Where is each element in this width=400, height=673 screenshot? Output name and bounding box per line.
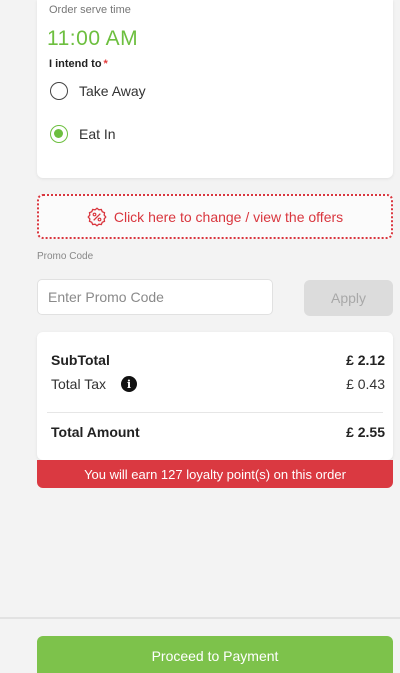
offers-banner[interactable]: Click here to change / view the offers bbox=[37, 194, 393, 239]
percent-badge-icon bbox=[87, 206, 107, 227]
totals-card: SubTotal £ 2.12 Total Tax i £ 0.43 Total… bbox=[37, 332, 393, 460]
serve-time-value[interactable]: 11:00 AM bbox=[47, 26, 138, 52]
promo-code-label: Promo Code bbox=[37, 251, 94, 262]
info-icon[interactable]: i bbox=[121, 376, 137, 392]
option-label: Eat In bbox=[79, 126, 116, 142]
apply-button[interactable]: Apply bbox=[304, 280, 393, 316]
subtotal-row: SubTotal £ 2.12 bbox=[51, 352, 385, 368]
promo-code-input[interactable] bbox=[37, 279, 273, 315]
tax-label: Total Tax bbox=[51, 376, 106, 392]
serve-time-label: Order serve time bbox=[49, 4, 131, 16]
tax-row: Total Tax i £ 0.43 bbox=[51, 376, 385, 392]
radio-checked-icon[interactable] bbox=[50, 125, 68, 143]
option-label: Take Away bbox=[79, 83, 146, 99]
option-take-away[interactable]: Take Away bbox=[50, 80, 146, 102]
total-row: Total Amount £ 2.55 bbox=[51, 424, 385, 440]
tax-value: £ 0.43 bbox=[346, 376, 385, 392]
subtotal-value: £ 2.12 bbox=[346, 352, 385, 368]
subtotal-label: SubTotal bbox=[51, 352, 110, 368]
required-mark: * bbox=[103, 58, 108, 70]
total-value: £ 2.55 bbox=[346, 424, 385, 440]
order-details-card: Order serve time 11:00 AM I intend to * T… bbox=[37, 0, 393, 178]
option-eat-in[interactable]: Eat In bbox=[50, 123, 116, 145]
intend-label: I intend to * bbox=[49, 58, 108, 70]
footer-divider bbox=[0, 617, 400, 619]
total-label: Total Amount bbox=[51, 424, 140, 440]
radio-unchecked-icon[interactable] bbox=[50, 82, 68, 100]
loyalty-banner: You will earn 127 loyalty point(s) on th… bbox=[37, 460, 393, 488]
intend-label-text: I intend to bbox=[49, 58, 102, 70]
offers-text: Click here to change / view the offers bbox=[113, 208, 344, 225]
divider bbox=[47, 412, 383, 413]
proceed-to-payment-button[interactable]: Proceed to Payment bbox=[37, 636, 393, 673]
